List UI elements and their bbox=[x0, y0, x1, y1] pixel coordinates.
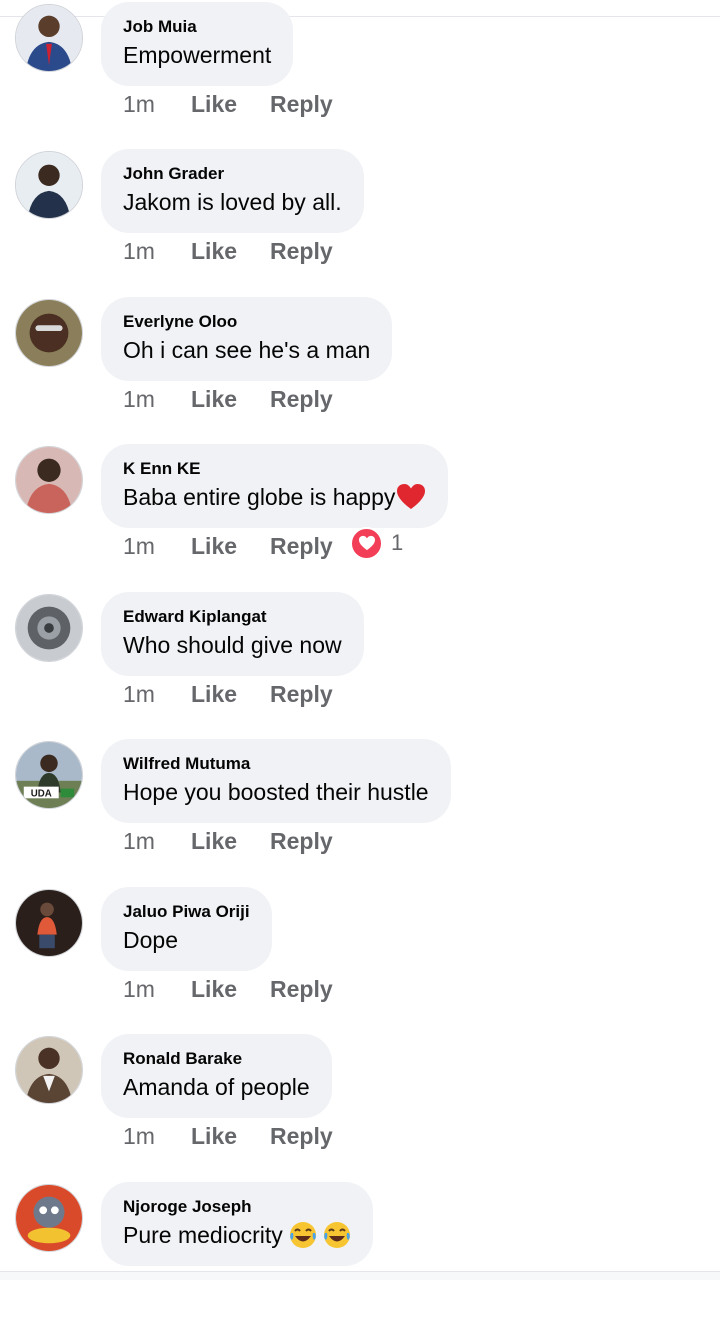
reply-button[interactable]: Reply bbox=[270, 386, 333, 413]
comment-actions: 1m Like Reply bbox=[123, 679, 333, 709]
comment-text-content: Amanda of people bbox=[123, 1074, 310, 1100]
comment-item: UDA Wilfred Mutuma Hope you boosted thei… bbox=[0, 739, 720, 888]
comment-author[interactable]: K Enn KE bbox=[123, 458, 426, 480]
comment-actions: 1m Like Reply bbox=[123, 531, 333, 561]
avatar[interactable] bbox=[15, 446, 83, 514]
comment-time: 1m bbox=[123, 975, 155, 1002]
love-reaction-icon bbox=[350, 526, 383, 560]
like-button[interactable]: Like bbox=[191, 976, 270, 1003]
comment-text: Who should give now bbox=[123, 630, 342, 660]
comment-text-content: Hope you boosted their hustle bbox=[123, 779, 429, 805]
comment-text: Empowerment bbox=[123, 40, 271, 70]
comment-actions: 1m Like Reply bbox=[123, 1121, 333, 1151]
comment-text-content: Dope bbox=[123, 927, 178, 953]
like-button[interactable]: Like bbox=[191, 238, 270, 265]
reply-button[interactable]: Reply bbox=[270, 976, 333, 1003]
comment-text: Dope bbox=[123, 925, 250, 955]
comment-author[interactable]: Wilfred Mutuma bbox=[123, 753, 429, 775]
avatar[interactable] bbox=[15, 299, 83, 367]
comment-bubble[interactable]: Jaluo Piwa Oriji Dope bbox=[101, 887, 272, 971]
comment-bubble[interactable]: Job Muia Empowerment bbox=[101, 2, 294, 86]
like-button[interactable]: Like bbox=[191, 91, 270, 118]
comment-actions: 1m Like Reply bbox=[123, 89, 333, 119]
avatar[interactable] bbox=[15, 1036, 83, 1104]
comment-time: 1m bbox=[123, 680, 155, 707]
comment-time: 1m bbox=[123, 385, 155, 412]
comment-bubble[interactable]: Edward Kiplangat Who should give now bbox=[101, 592, 364, 676]
comment-item: Everlyne Oloo Oh i can see he's a man 1m… bbox=[0, 297, 720, 446]
comment-item: Job Muia Empowerment 1m Like Reply bbox=[0, 2, 720, 151]
comment-author[interactable]: Edward Kiplangat bbox=[123, 606, 342, 628]
comment-text-content: Oh i can see he's a man bbox=[123, 337, 371, 363]
comment-text-content: Baba entire globe is happy bbox=[123, 484, 396, 510]
svg-text:UDA: UDA bbox=[31, 788, 52, 799]
laughing-tears-emoji-icon bbox=[289, 1221, 317, 1249]
like-button[interactable]: Like bbox=[191, 386, 270, 413]
comment-text: Oh i can see he's a man bbox=[123, 335, 370, 365]
comment-text: Baba entire globe is happy bbox=[123, 482, 426, 512]
comment-text-content: Empowerment bbox=[123, 42, 272, 68]
comment-time: 1m bbox=[123, 827, 155, 854]
reaction-count: 1 bbox=[391, 530, 404, 555]
reply-button[interactable]: Reply bbox=[270, 828, 333, 855]
comment-text: Amanda of people bbox=[123, 1072, 310, 1102]
comment-item: Edward Kiplangat Who should give now 1m … bbox=[0, 592, 720, 741]
comment-author[interactable]: Njoroge Joseph bbox=[123, 1196, 351, 1218]
avatar[interactable] bbox=[15, 594, 83, 662]
comment-item: K Enn KE Baba entire globe is happy 1m L… bbox=[0, 444, 720, 593]
comment-item: Njoroge Joseph Pure mediocrity bbox=[0, 1182, 720, 1331]
comment-time: 1m bbox=[123, 90, 155, 117]
comment-item: Jaluo Piwa Oriji Dope 1m Like Reply bbox=[0, 887, 720, 1036]
like-button[interactable]: Like bbox=[191, 681, 270, 708]
comment-time: 1m bbox=[123, 1122, 155, 1149]
comment-text-content: Who should give now bbox=[123, 632, 342, 658]
avatar[interactable] bbox=[15, 889, 83, 957]
comment-bubble[interactable]: Njoroge Joseph Pure mediocrity bbox=[101, 1182, 373, 1266]
comment-author[interactable]: Job Muia bbox=[123, 16, 271, 38]
laughing-tears-emoji-icon bbox=[323, 1221, 351, 1249]
like-button[interactable]: Like bbox=[191, 533, 270, 560]
comment-author[interactable]: Everlyne Oloo bbox=[123, 311, 370, 333]
reply-button[interactable]: Reply bbox=[270, 238, 333, 265]
comment-text: Pure mediocrity bbox=[123, 1220, 351, 1250]
comment-actions: 1m Like Reply bbox=[123, 826, 333, 856]
comment-item: John Grader Jakom is loved by all. 1m Li… bbox=[0, 149, 720, 298]
comment-item: Ronald Barake Amanda of people 1m Like R… bbox=[0, 1034, 720, 1183]
comment-author[interactable]: John Grader bbox=[123, 163, 342, 185]
comment-text: Hope you boosted their hustle bbox=[123, 777, 429, 807]
like-button[interactable]: Like bbox=[191, 828, 270, 855]
avatar[interactable] bbox=[15, 151, 83, 219]
reply-button[interactable]: Reply bbox=[270, 533, 333, 560]
comment-bubble[interactable]: Ronald Barake Amanda of people bbox=[101, 1034, 332, 1118]
comment-author[interactable]: Jaluo Piwa Oriji bbox=[123, 901, 250, 923]
comment-actions: 1m Like Reply bbox=[123, 384, 333, 414]
avatar[interactable] bbox=[15, 4, 83, 72]
comment-text-content: Jakom is loved by all. bbox=[123, 189, 342, 215]
avatar[interactable]: UDA bbox=[15, 741, 83, 809]
comment-actions: 1m Like Reply bbox=[123, 236, 333, 266]
reply-button[interactable]: Reply bbox=[270, 681, 333, 708]
comment-actions: 1m Like Reply bbox=[123, 974, 333, 1004]
comment-bubble[interactable]: K Enn KE Baba entire globe is happy bbox=[101, 444, 449, 528]
avatar[interactable] bbox=[15, 1184, 83, 1252]
comment-bubble[interactable]: Everlyne Oloo Oh i can see he's a man bbox=[101, 297, 393, 381]
comment-time: 1m bbox=[123, 532, 155, 559]
reply-button[interactable]: Reply bbox=[270, 1123, 333, 1150]
reaction-summary[interactable]: 1 bbox=[350, 526, 403, 560]
comment-text-content: Pure mediocrity bbox=[123, 1222, 283, 1248]
reply-button[interactable]: Reply bbox=[270, 91, 333, 118]
comment-time: 1m bbox=[123, 237, 155, 264]
comment-bubble[interactable]: Wilfred Mutuma Hope you boosted their hu… bbox=[101, 739, 451, 823]
comment-bubble[interactable]: John Grader Jakom is loved by all. bbox=[101, 149, 364, 233]
like-button[interactable]: Like bbox=[191, 1123, 270, 1150]
red-heart-emoji-icon bbox=[396, 483, 426, 511]
comment-author[interactable]: Ronald Barake bbox=[123, 1048, 310, 1070]
comment-text: Jakom is loved by all. bbox=[123, 187, 342, 217]
